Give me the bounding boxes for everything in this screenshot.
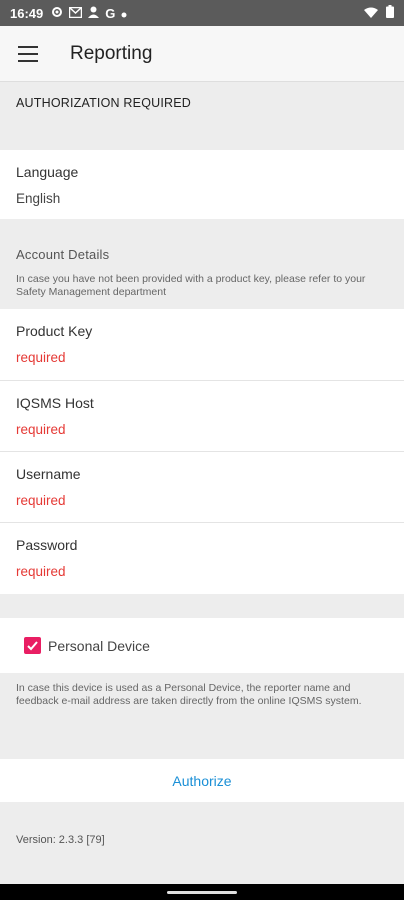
username-field[interactable]: Username required <box>0 452 404 523</box>
language-row[interactable]: Language English <box>0 150 404 219</box>
username-value: required <box>16 493 66 508</box>
version-text: Version: 2.3.3 [79] <box>16 834 105 846</box>
authorize-bar: Authorize <box>0 759 404 802</box>
password-label: Password <box>16 537 78 553</box>
product-key-value: required <box>16 350 66 365</box>
personal-device-label[interactable]: Personal Device <box>48 638 150 654</box>
password-field[interactable]: Password required <box>0 523 404 594</box>
iqsms-host-field[interactable]: IQSMS Host required <box>0 381 404 452</box>
personal-device-note: In case this device is used as a Persona… <box>16 682 362 707</box>
mail-icon <box>69 6 83 21</box>
personal-device-checkbox[interactable] <box>24 637 41 654</box>
person-icon <box>88 6 100 21</box>
authorization-header: AUTHORIZATION REQUIRED <box>16 96 192 110</box>
iqsms-host-value: required <box>16 422 66 437</box>
username-label: Username <box>16 466 81 482</box>
language-value: English <box>16 191 61 206</box>
status-bar: 16:49 G <box>0 0 404 26</box>
dot-icon <box>121 6 127 21</box>
iqsms-host-label: IQSMS Host <box>16 395 94 411</box>
account-details-header: Account Details <box>16 247 110 262</box>
product-key-label: Product Key <box>16 323 93 339</box>
settings-icon <box>51 6 63 21</box>
check-icon <box>27 641 38 651</box>
authorize-button[interactable]: Authorize <box>172 773 231 789</box>
language-label: Language <box>16 164 79 180</box>
app-bar: Reporting <box>0 26 404 82</box>
product-key-field[interactable]: Product Key required <box>0 309 404 381</box>
google-icon: G <box>105 5 116 21</box>
wifi-icon <box>364 6 378 21</box>
account-details-note: In case you have not been provided with … <box>16 273 366 298</box>
battery-icon <box>386 5 394 21</box>
home-gesture-handle[interactable] <box>167 891 237 894</box>
page-title: Reporting <box>70 42 153 64</box>
status-time: 16:49 <box>10 5 44 21</box>
password-value: required <box>16 564 66 579</box>
hamburger-menu-icon[interactable] <box>18 45 40 62</box>
navigation-bar <box>0 884 404 900</box>
